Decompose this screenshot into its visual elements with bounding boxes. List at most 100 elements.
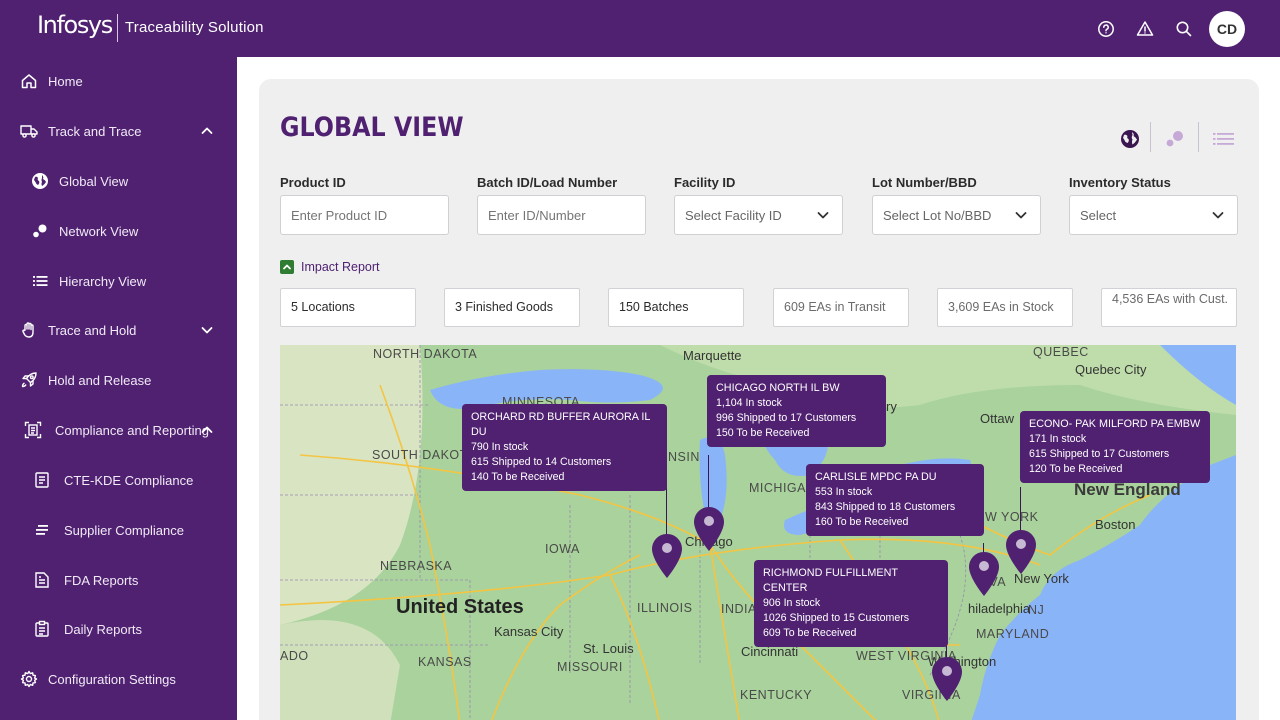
marker-stem — [666, 481, 667, 539]
location-in-stock: 906 In stock — [763, 597, 821, 609]
app-title: Traceability Solution — [125, 19, 264, 36]
map-label-maryland: MARYLAND — [976, 627, 1050, 641]
map-label-new-jersey: NJ — [1028, 603, 1045, 617]
sidebar-item-label: Track and Trace — [48, 123, 142, 139]
sidebar-item-global-view[interactable]: Global View — [0, 161, 237, 201]
map-label-illinois: ILLINOIS — [637, 601, 693, 615]
infosys-logo[interactable]: Infosys — [37, 11, 113, 39]
view-divider — [1198, 122, 1199, 152]
gear-icon — [19, 669, 39, 689]
location-tooltip-chicago[interactable]: CHICAGO NORTH IL BW 1,104 In stock 996 S… — [707, 375, 886, 447]
sidebar-item-hierarchy-view[interactable]: Hierarchy View — [0, 261, 237, 301]
location-to-receive: 140 To be Received — [471, 471, 565, 483]
location-pin-icon[interactable] — [968, 551, 1000, 597]
map-label-colorado: ADO — [280, 649, 309, 663]
chevron-up-icon[interactable] — [199, 422, 215, 438]
network-view-icon[interactable] — [1163, 127, 1187, 151]
chevron-down-icon[interactable] — [199, 322, 215, 338]
stat-in-transit: 609 EAs in Transit — [773, 288, 909, 327]
home-icon — [19, 71, 39, 91]
map-label-nebraska: NEBRASKA — [380, 559, 453, 573]
clipboard-icon — [32, 619, 52, 639]
product-id-input[interactable] — [280, 195, 449, 235]
sidebar-item-configuration-settings[interactable]: Configuration Settings — [0, 659, 237, 699]
location-in-stock: 790 In stock — [471, 441, 529, 453]
logo-divider — [117, 14, 118, 42]
user-avatar[interactable]: CD — [1209, 11, 1245, 47]
list-view-icon[interactable] — [1211, 127, 1235, 151]
map-label-south-dakota: SOUTH DAKOTA — [372, 448, 476, 462]
chevron-down-icon — [1211, 208, 1225, 222]
sidebar-item-label: Trace and Hold — [48, 322, 137, 338]
location-pin-icon[interactable] — [1005, 529, 1037, 575]
facility-id-value: Select Facility ID — [685, 207, 782, 223]
location-tooltip-aurora[interactable]: ORCHARD RD BUFFER AURORA IL DU 790 In st… — [462, 404, 667, 491]
stat-in-stock: 3,609 EAs in Stock — [937, 288, 1073, 327]
sidebar-item-trace-and-hold[interactable]: Trace and Hold — [0, 310, 237, 350]
sidebar-item-cte-kde-compliance[interactable]: CTE-KDE Compliance — [0, 460, 237, 500]
chevron-down-icon — [816, 208, 830, 222]
alert-triangle-icon[interactable] — [1135, 19, 1155, 39]
chevron-down-icon — [1014, 208, 1028, 222]
facility-id-select[interactable]: Select Facility ID — [674, 195, 843, 235]
map-label-united-states: United States — [396, 596, 524, 618]
sidebar-item-label: Global View — [59, 173, 129, 189]
sidebar-item-home[interactable]: Home — [0, 61, 237, 101]
hand-icon — [19, 320, 39, 340]
sidebar-item-daily-reports[interactable]: Daily Reports — [0, 609, 237, 649]
map-view[interactable]: NORTH DAKOTA MINNESOTA SOUTH DAKOTA NEBR… — [280, 345, 1236, 720]
map-label-missouri: MISSOURI — [557, 660, 623, 674]
stat-batches: 150 Batches — [608, 288, 744, 327]
location-pin-icon[interactable] — [931, 656, 963, 702]
lot-number-select[interactable]: Select Lot No/BBD — [872, 195, 1041, 235]
sidebar-item-label: Hold and Release — [48, 372, 152, 388]
report-icon — [32, 570, 52, 590]
map-label-boston: Boston — [1095, 517, 1136, 532]
marker-stem — [1020, 487, 1021, 535]
map-label-wisconsin: NSIN — [668, 450, 700, 464]
location-shipped: 1026 Shipped to 15 Customers — [763, 612, 910, 624]
list-icon — [30, 271, 50, 291]
rocket-icon — [19, 370, 39, 390]
location-shipped: 615 Shipped to 14 Customers — [471, 456, 612, 468]
location-pin-icon[interactable] — [693, 506, 725, 552]
location-to-receive: 609 To be Received — [763, 627, 857, 639]
stat-with-customers: 4,536 EAs with Cust. — [1101, 288, 1237, 327]
sidebar-item-hold-and-release[interactable]: Hold and Release — [0, 360, 237, 400]
sidebar-item-track-and-trace[interactable]: Track and Trace — [0, 111, 237, 151]
location-shipped: 996 Shipped to 17 Customers — [716, 412, 857, 424]
lot-number-label: Lot Number/BBD — [872, 175, 977, 190]
location-name: CARLISLE MPDC PA DU — [815, 471, 937, 483]
sidebar-item-supplier-compliance[interactable]: Supplier Compliance — [0, 510, 237, 550]
sidebar-item-label: Compliance and Reporting — [55, 422, 209, 438]
map-label-new-york-state: W YORK — [985, 510, 1039, 524]
sidebar-item-label: FDA Reports — [64, 572, 139, 588]
help-circle-icon[interactable] — [1096, 19, 1116, 39]
map-label-kansas-city: Kansas City — [494, 624, 564, 639]
map-label-quebec: QUEBEC — [1033, 345, 1089, 359]
sidebar-item-fda-reports[interactable]: FDA Reports — [0, 560, 237, 600]
facility-id-label: Facility ID — [674, 175, 736, 190]
stat-finished-goods: 3 Finished Goods — [444, 288, 580, 327]
impact-report-toggle[interactable]: Impact Report — [280, 259, 380, 275]
location-pin-icon[interactable] — [651, 533, 683, 579]
location-in-stock: 553 In stock — [815, 486, 873, 498]
globe-view-icon[interactable] — [1118, 127, 1142, 151]
sidebar: Home Track and Trace Global View Network… — [0, 57, 237, 720]
top-bar: Infosys Traceability Solution CD — [0, 0, 1280, 57]
lines-icon — [32, 520, 52, 540]
search-icon[interactable] — [1174, 19, 1194, 39]
sidebar-item-compliance-and-reporting[interactable]: Compliance and Reporting — [0, 410, 237, 450]
sidebar-item-label: Supplier Compliance — [64, 522, 184, 538]
location-tooltip-carlisle[interactable]: CARLISLE MPDC PA DU 553 In stock 843 Shi… — [806, 464, 984, 536]
location-tooltip-richmond[interactable]: RICHMOND FULFILLMENT CENTER 906 In stock… — [754, 560, 948, 647]
inventory-status-select[interactable]: Select — [1069, 195, 1238, 235]
sidebar-item-label: Network View — [59, 223, 139, 239]
chevron-up-icon[interactable] — [199, 123, 215, 139]
sidebar-item-network-view[interactable]: Network View — [0, 211, 237, 251]
location-name: CHICAGO NORTH IL BW — [716, 382, 840, 394]
batch-id-input[interactable] — [477, 195, 646, 235]
inventory-status-value: Select — [1080, 207, 1117, 223]
truck-icon — [19, 121, 39, 141]
location-tooltip-milford[interactable]: ECONO- PAK MILFORD PA EMBW 171 In stock … — [1020, 411, 1210, 483]
